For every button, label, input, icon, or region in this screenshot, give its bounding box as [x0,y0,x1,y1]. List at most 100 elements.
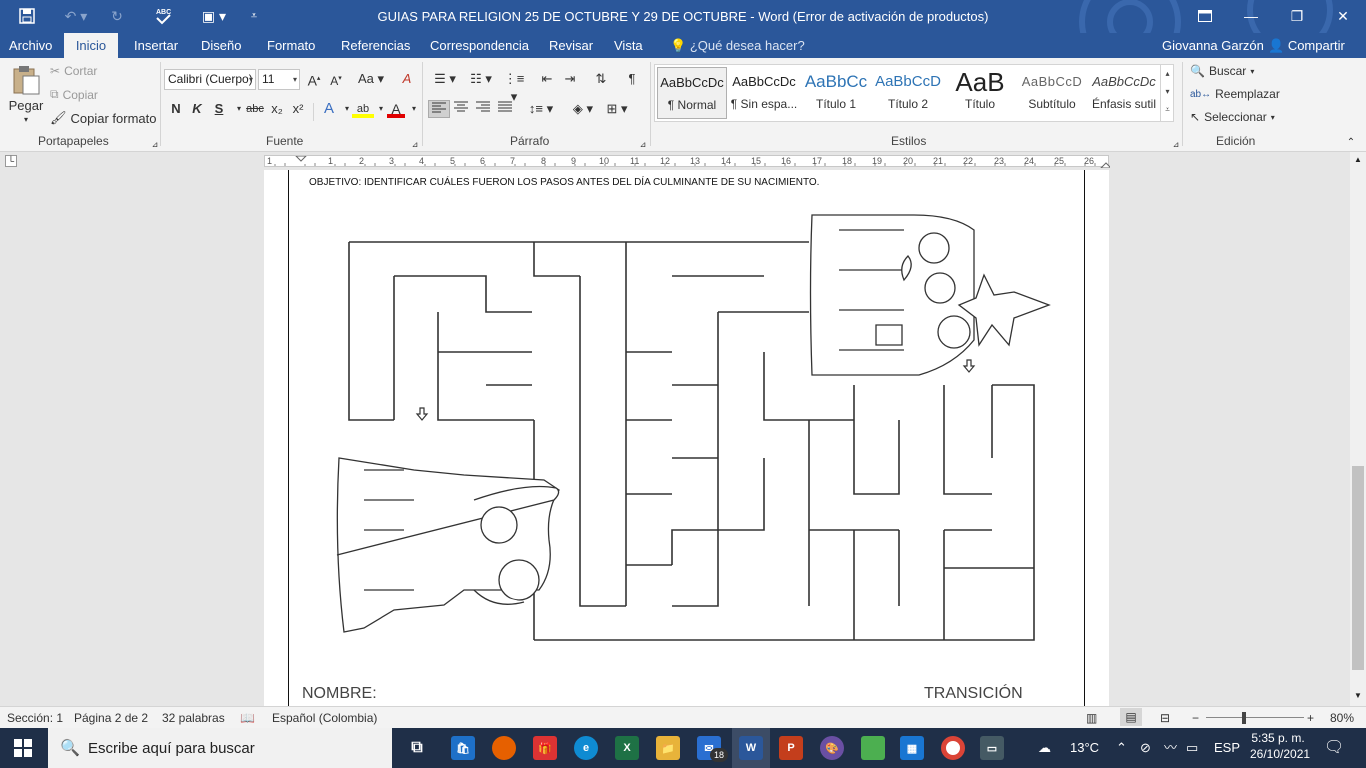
section-indicator[interactable]: Sección: 1 [7,711,63,725]
highlight-button[interactable]: ab [352,100,374,118]
find-button[interactable]: 🔍 Buscar ▾ [1190,64,1254,78]
taskbar-search[interactable]: 🔍 Escribe aquí para buscar [48,728,392,768]
grade-label[interactable]: TRANSICIÓN [924,685,1023,703]
justify-button[interactable] [496,100,514,118]
chevron-down-icon[interactable]: ▾ [1161,83,1174,101]
name-label[interactable]: NOMBRE: [302,685,377,703]
tab-formato[interactable]: Formato [261,33,321,58]
tab-correspondencia[interactable]: Correspondencia [424,33,535,58]
file-explorer-icon[interactable]: 📁 [656,736,680,760]
task-view-icon[interactable]: ⧉ [405,736,429,760]
subscript-button[interactable]: x₂ [268,100,286,118]
language-indicator[interactable]: ESP [1214,728,1240,768]
zoom-slider-thumb[interactable] [1242,712,1247,724]
paint-icon[interactable]: 🎨 [820,736,844,760]
network-off-icon[interactable]: ⊘ [1140,728,1151,768]
firefox-icon[interactable] [492,736,516,760]
clock[interactable]: 5:35 p. m. 26/10/2021 [1250,731,1310,761]
zoom-level[interactable]: 80% [1330,711,1354,725]
more-styles-icon[interactable]: ⩡ [1161,101,1174,119]
align-center-button[interactable] [452,100,470,118]
cut-button[interactable]: ✂ Cortar [50,64,97,78]
vertical-scrollbar[interactable]: ▲ ▼ [1350,152,1366,706]
tab-vista[interactable]: Vista [608,33,649,58]
share-button[interactable]: 👤 Compartir [1262,33,1351,58]
multilevel-list-button[interactable]: ⋮≡ ▾ [500,70,528,104]
maze-image[interactable] [264,170,1109,706]
numbering-button[interactable]: ☷ ▾ [464,70,498,88]
document-area[interactable]: OBJETIVO: IDENTIFICAR CUÁLES FUERON LOS … [0,170,1350,706]
style-subtitle[interactable]: AaBbCcD Subtítulo [1017,67,1087,119]
zoom-in-button[interactable]: + [1307,711,1314,725]
powerpoint-icon[interactable]: P [779,736,803,760]
edge-icon[interactable]: e [574,736,598,760]
page-indicator[interactable]: Página 2 de 2 [74,711,148,725]
paste-button[interactable]: Pegar ▾ [8,64,44,124]
style-heading-1[interactable]: AaBbCc Título 1 [801,67,871,119]
sort-button[interactable]: ⇅ [592,70,610,88]
weather-icon[interactable]: ☁ [1038,728,1051,768]
gift-icon[interactable]: 🎁 [533,736,557,760]
decrease-indent-button[interactable]: ⇤ [538,70,556,88]
show-marks-button[interactable]: ¶ [623,70,641,88]
bold-button[interactable]: N [167,100,185,118]
copy-button[interactable]: ⧉ Copiar [50,87,98,102]
app-blue-icon[interactable]: ▦ [900,736,924,760]
close-button[interactable]: ✕ [1320,0,1366,32]
tab-diseno[interactable]: Diseño [195,33,247,58]
zoom-out-button[interactable]: − [1192,711,1199,725]
increase-indent-button[interactable]: ⇥ [561,70,579,88]
collapse-ribbon-icon[interactable]: ⌃ [1342,134,1360,152]
battery-icon[interactable]: ▭ [1186,728,1198,768]
font-color-button[interactable]: A [387,100,405,118]
print-layout-icon[interactable]: ▤ [1120,708,1142,726]
restore-button[interactable]: ❐ [1274,0,1320,32]
game-icon[interactable] [861,736,885,760]
notification-icon[interactable]: 🗨 [1324,728,1344,768]
font-size-combo[interactable]: 11 ▾ [258,69,300,90]
format-painter-button[interactable]: 🖌 Copiar formato [50,110,157,126]
web-layout-icon[interactable]: ⊟ [1160,711,1170,725]
weather-temp[interactable]: 13°C [1070,728,1099,768]
bullets-button[interactable]: ☰ ▾ [428,70,462,88]
strikethrough-button[interactable]: abc [244,100,266,118]
italic-button[interactable]: K [188,100,206,118]
excel-icon[interactable]: X [615,736,639,760]
align-right-button[interactable] [474,100,492,118]
tell-me-box[interactable]: 💡 ¿Qué desea hacer? [664,33,811,58]
style-normal[interactable]: AaBbCcDc ¶ Normal [657,67,727,119]
tab-selector-icon[interactable]: └ [5,155,17,167]
windows-start-icon[interactable] [14,739,32,760]
minimize-button[interactable]: — [1228,0,1274,32]
borders-button[interactable]: ⊞ ▾ [602,100,632,118]
clear-format-button[interactable]: A [398,70,416,88]
chrome-icon[interactable] [941,736,965,760]
align-left-button[interactable] [428,100,450,118]
store-icon[interactable]: 🛍 [451,736,475,760]
font-name-combo[interactable]: Calibri (Cuerpo) ▾ [164,69,256,90]
style-heading-2[interactable]: AaBbCcD Título 2 [873,67,943,119]
select-button[interactable]: ↖ Seleccionar ▾ [1190,110,1275,124]
wifi-icon[interactable]: 〰 [1164,728,1177,768]
tab-insertar[interactable]: Insertar [128,33,184,58]
tab-referencias[interactable]: Referencias [335,33,416,58]
chevron-up-icon[interactable]: ▴ [1161,65,1174,83]
grow-font-button[interactable]: A▴ [305,70,323,89]
tray-chevron-icon[interactable]: ⌃ [1116,728,1127,768]
ribbon-display-button[interactable] [1182,0,1228,32]
text-effects-button[interactable]: A [320,100,338,118]
shading-button[interactable]: ◈ ▾ [568,100,598,118]
user-name[interactable]: Giovanna Garzón [1156,33,1270,58]
word-count[interactable]: 32 palabras [162,711,225,725]
media-icon[interactable]: ▭ [980,736,1004,760]
style-no-spacing[interactable]: AaBbCcDc ¶ Sin espa... [729,67,799,119]
line-spacing-button[interactable]: ↕≡ ▾ [526,100,556,118]
style-title[interactable]: AaB Título [945,67,1015,119]
replace-button[interactable]: ab↔ Reemplazar [1190,87,1280,101]
scroll-down-icon[interactable]: ▼ [1350,688,1366,704]
styles-scroll[interactable]: ▴ ▾ ⩡ [1160,65,1174,121]
zoom-slider-track[interactable] [1206,717,1304,718]
underline-button[interactable]: S [210,100,228,118]
word-icon[interactable]: W [739,736,763,760]
language-indicator[interactable]: Español (Colombia) [272,711,377,725]
